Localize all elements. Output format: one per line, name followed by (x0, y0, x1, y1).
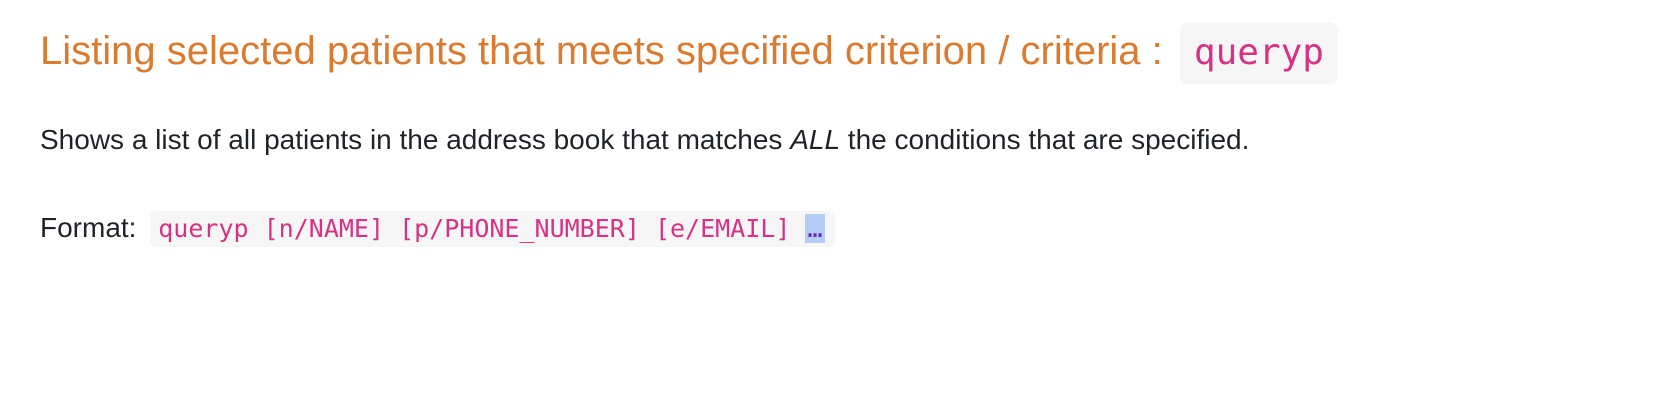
description-text-before: Shows a list of all patients in the addr… (40, 124, 791, 156)
format-code-text: queryp [n/NAME] [p/PHONE_NUMBER] [e/EMAI… (158, 214, 791, 244)
format-ellipsis-selected: … (805, 214, 825, 244)
document-page: Listing selected patients that meets spe… (0, 0, 1676, 420)
section-heading: Listing selected patients that meets spe… (40, 22, 1636, 85)
description-text-after: the conditions that are specified. (840, 124, 1250, 156)
section-heading-text: Listing selected patients that meets spe… (40, 29, 1163, 73)
description-emphasis: ALL (790, 124, 841, 156)
format-code-block: queryp [n/NAME] [p/PHONE_NUMBER] [e/EMAI… (150, 211, 835, 248)
command-format-line: Format: queryp [n/NAME] [p/PHONE_NUMBER]… (40, 208, 1636, 248)
format-label: Format: (40, 212, 137, 244)
command-description: Shows a list of all patients in the addr… (40, 120, 1636, 160)
command-code-inline: queryp (1179, 22, 1338, 85)
